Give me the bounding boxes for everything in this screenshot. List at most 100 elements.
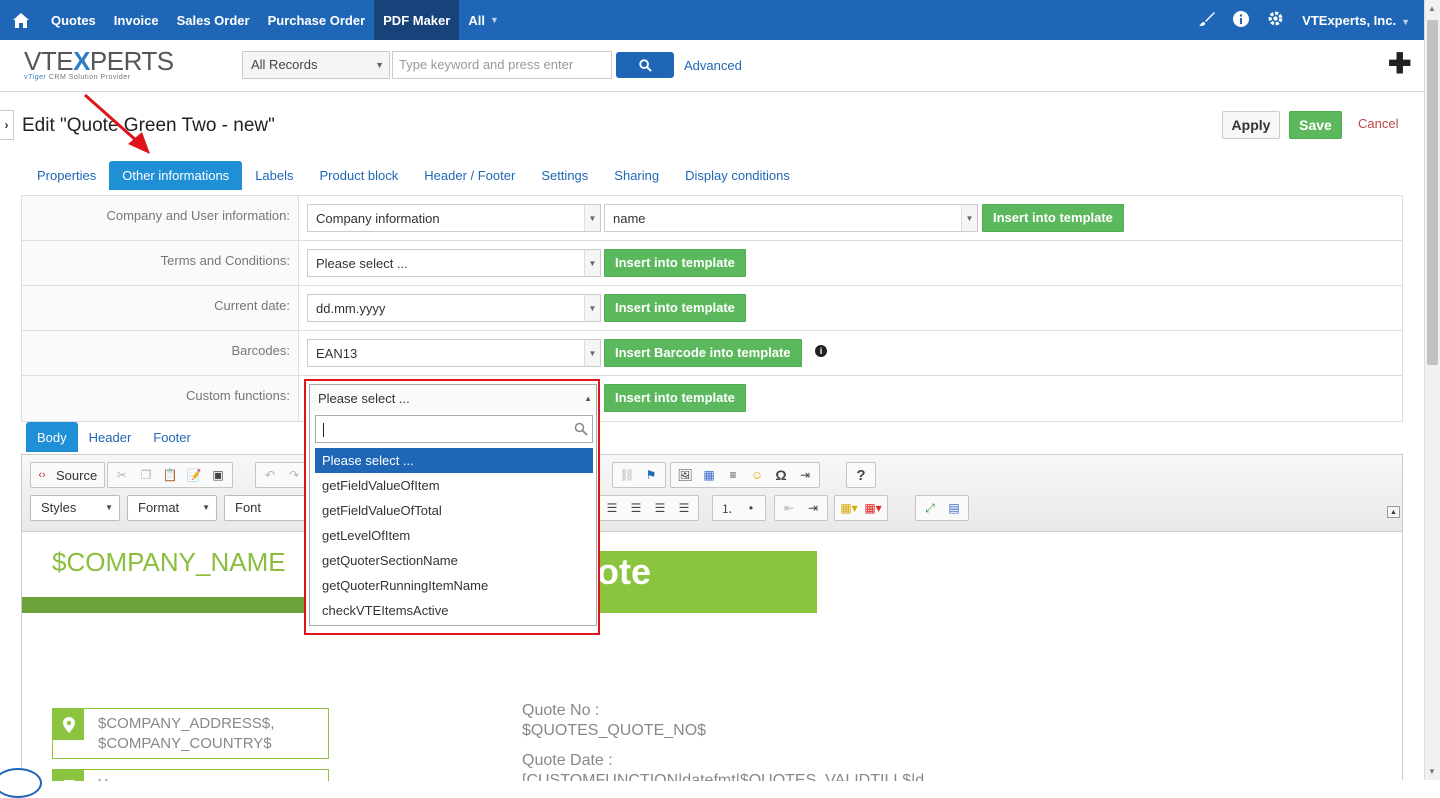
- terms-select[interactable]: Please select ... ▼: [307, 249, 601, 277]
- dropdown-option[interactable]: getQuoterSectionName: [315, 548, 593, 573]
- insert-barcode-button[interactable]: Insert Barcode into template: [604, 339, 802, 367]
- tab-display-conditions[interactable]: Display conditions: [672, 161, 803, 190]
- paste-icon[interactable]: 📋: [159, 465, 181, 485]
- nav-invoice[interactable]: Invoice: [105, 0, 168, 40]
- font-combo[interactable]: Font: [224, 495, 314, 521]
- text-color-icon[interactable]: ▦▾: [838, 498, 860, 518]
- tab-sharing[interactable]: Sharing: [601, 161, 672, 190]
- align-left-icon[interactable]: ☰: [601, 498, 623, 518]
- tab-settings[interactable]: Settings: [528, 161, 601, 190]
- quick-create-plus-icon[interactable]: ✚: [1388, 50, 1411, 78]
- unlink-icon[interactable]: ⛓: [616, 465, 638, 485]
- quote-no-label: Quote No :: [522, 702, 600, 719]
- tab-other-informations[interactable]: Other informations: [109, 161, 243, 190]
- logo-text-a: VTE: [24, 46, 74, 76]
- bullet-list-icon[interactable]: •: [740, 498, 762, 518]
- custom-functions-select[interactable]: Please select ... ▲: [309, 384, 597, 412]
- barcode-select[interactable]: EAN13 ▼: [307, 339, 601, 367]
- dropdown-option[interactable]: getLevelOfItem: [315, 523, 593, 548]
- scroll-down-icon[interactable]: ▼: [1428, 767, 1436, 776]
- tab-footer[interactable]: Footer: [142, 422, 202, 452]
- advanced-search-link[interactable]: Advanced: [684, 58, 742, 73]
- source-button[interactable]: Source: [52, 468, 101, 483]
- maximize-icon[interactable]: ⤢: [919, 498, 941, 518]
- info-icon[interactable]: [1233, 10, 1250, 30]
- form-row-custom: Custom functions: Insert into template: [22, 376, 1402, 421]
- chevron-right-icon: ›: [4, 118, 9, 132]
- undo-icon[interactable]: ↶: [259, 465, 281, 485]
- help-icon[interactable]: ?: [850, 465, 872, 485]
- paste-word-icon[interactable]: ▣: [207, 465, 229, 485]
- align-center-icon[interactable]: ☰: [625, 498, 647, 518]
- insert-date-button[interactable]: Insert into template: [604, 294, 746, 322]
- search-button[interactable]: [616, 52, 674, 78]
- nav-purchase-order[interactable]: Purchase Order: [259, 0, 375, 40]
- dropdown-option[interactable]: getFieldValueOfTotal: [315, 498, 593, 523]
- company-info-select[interactable]: Company information ▼: [307, 204, 601, 232]
- home-icon[interactable]: [0, 0, 42, 40]
- paint-brush-icon[interactable]: [1199, 11, 1216, 30]
- dropdown-search-input[interactable]: [315, 415, 593, 443]
- view-group: ⤢ ▤: [915, 495, 969, 521]
- redo-icon[interactable]: ↷: [283, 465, 305, 485]
- horizontal-line-icon[interactable]: ≡: [722, 465, 744, 485]
- image-icon[interactable]: 🖼: [674, 465, 696, 485]
- tab-header-footer[interactable]: Header / Footer: [411, 161, 528, 190]
- numbered-list-icon[interactable]: ⒈: [716, 498, 738, 518]
- search-input[interactable]: Type keyword and press enter: [392, 51, 612, 79]
- scrollbar-thumb[interactable]: [1427, 20, 1438, 365]
- nav-all[interactable]: All ▼: [459, 0, 508, 40]
- outdent-icon[interactable]: ⇤: [778, 498, 800, 518]
- editor-content[interactable]: $COMPANY_NAME ote $COMPANY_ADDRESS$, $COM…: [22, 533, 1402, 781]
- apply-button[interactable]: Apply: [1222, 111, 1280, 139]
- tab-properties[interactable]: Properties: [24, 161, 109, 190]
- page-scrollbar[interactable]: ▲ ▼: [1424, 0, 1440, 780]
- dropdown-option[interactable]: Please select ...: [315, 448, 593, 473]
- align-right-icon[interactable]: ☰: [649, 498, 671, 518]
- show-blocks-icon[interactable]: ▤: [943, 498, 965, 518]
- sidebar-toggle[interactable]: ›: [0, 110, 14, 140]
- tab-body[interactable]: Body: [26, 422, 78, 452]
- anchor-flag-icon[interactable]: ⚑: [640, 465, 662, 485]
- smiley-icon[interactable]: ☺: [746, 465, 768, 485]
- dropdown-option[interactable]: checkVTEItemsActive: [315, 598, 593, 623]
- paste-text-icon[interactable]: 📝: [183, 465, 205, 485]
- dropdown-option[interactable]: getQuoterRunningItemName: [315, 573, 593, 598]
- dropdown-option[interactable]: getFieldValueOfItem: [315, 473, 593, 498]
- styles-combo[interactable]: Styles ▼: [30, 495, 120, 521]
- nav-all-label: All: [468, 12, 485, 28]
- table-menu-icon[interactable]: ▦▾: [862, 498, 884, 518]
- insert-company-button[interactable]: Insert into template: [982, 204, 1124, 232]
- insert-terms-button[interactable]: Insert into template: [604, 249, 746, 277]
- chat-widget-button[interactable]: [0, 768, 42, 798]
- save-button[interactable]: Save: [1289, 111, 1342, 139]
- collapse-toolbar-icon[interactable]: ▲: [1387, 506, 1400, 518]
- cancel-link[interactable]: Cancel: [1358, 116, 1398, 131]
- info-icon[interactable]: i: [815, 345, 827, 357]
- align-justify-icon[interactable]: ☰: [673, 498, 695, 518]
- nav-pdf-maker[interactable]: PDF Maker: [374, 0, 460, 40]
- tab-header[interactable]: Header: [78, 422, 143, 452]
- nav-quotes[interactable]: Quotes: [42, 0, 105, 40]
- gear-icon[interactable]: [1267, 10, 1284, 30]
- date-format-select[interactable]: dd.mm.yyyy ▼: [307, 294, 601, 322]
- rich-text-editor: ‹› Source ✂ ❐ 📋 📝 ▣ ↶ ↷ ⛓ ⚑ 🖼 ▦ ≡ ☺ Ω ⇥ …: [21, 454, 1403, 781]
- account-menu[interactable]: VTExperts, Inc. ▼: [1302, 13, 1410, 28]
- format-combo[interactable]: Format ▼: [127, 495, 217, 521]
- template-tabs: Properties Other informations Labels Pro…: [24, 161, 803, 190]
- tab-product-block[interactable]: Product block: [307, 161, 412, 190]
- page-break-icon[interactable]: ⇥: [794, 465, 816, 485]
- vtexperts-logo[interactable]: VTEXPERTS vTiger CRM Solution Provider: [24, 46, 184, 86]
- tab-labels[interactable]: Labels: [242, 161, 306, 190]
- search-scope-select[interactable]: All Records ▼: [242, 51, 390, 79]
- company-field-select[interactable]: name ▼: [604, 204, 978, 232]
- nav-sales-order[interactable]: Sales Order: [168, 0, 259, 40]
- cut-icon[interactable]: ✂: [111, 465, 133, 485]
- scroll-up-icon[interactable]: ▲: [1428, 4, 1436, 13]
- copy-icon[interactable]: ❐: [135, 465, 157, 485]
- table-icon[interactable]: ▦: [698, 465, 720, 485]
- format-label: Format: [138, 500, 180, 515]
- insert-custom-button[interactable]: Insert into template: [604, 384, 746, 412]
- special-char-icon[interactable]: Ω: [770, 465, 792, 485]
- indent-icon[interactable]: ⇥: [802, 498, 824, 518]
